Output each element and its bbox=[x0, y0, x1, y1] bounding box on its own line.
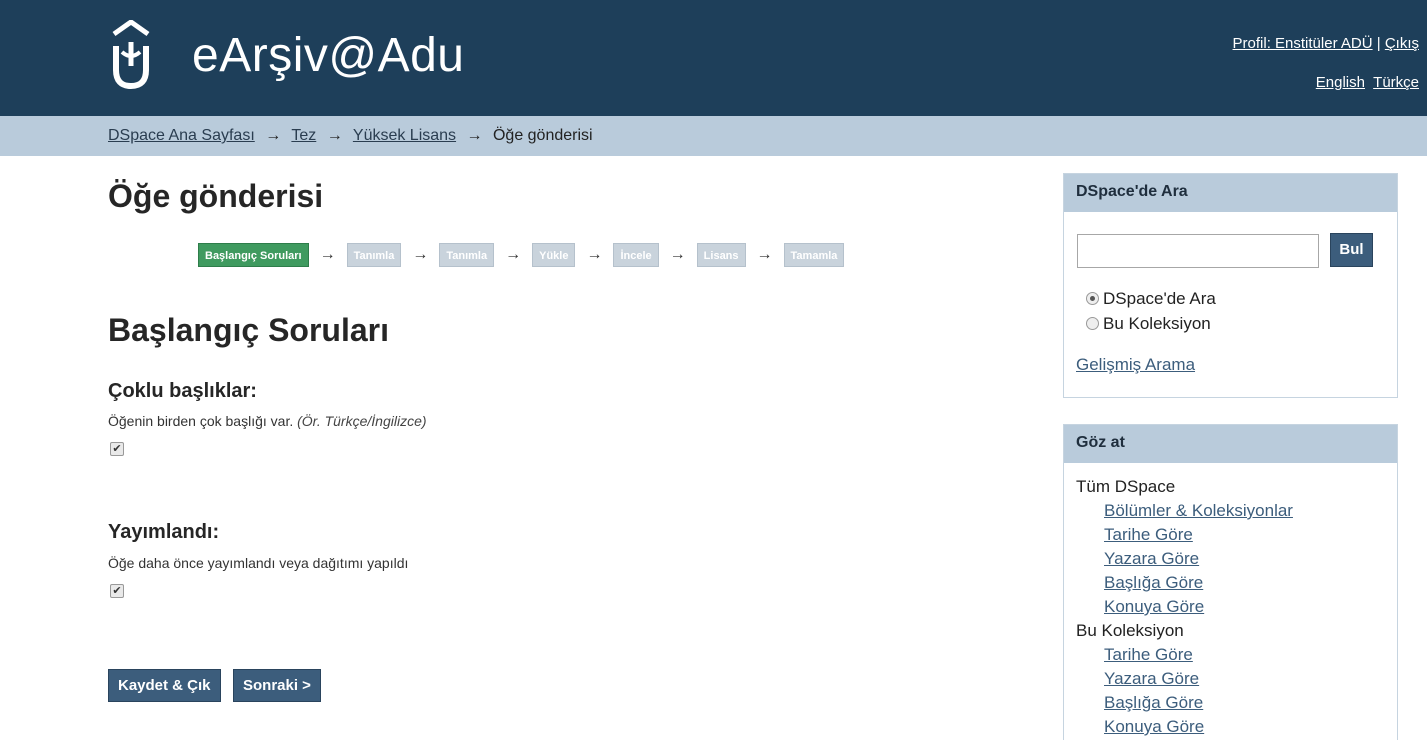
breadcrumb-tez[interactable]: Tez bbox=[291, 127, 316, 144]
profile-link[interactable]: Profil: Enstitüler ADÜ bbox=[1233, 35, 1373, 52]
browse-link-by-title[interactable]: Başlığa Göre bbox=[1076, 571, 1293, 595]
published-checkbox[interactable]: ✔ bbox=[110, 584, 124, 598]
step-describe-2[interactable]: Tanımla bbox=[439, 243, 495, 267]
step-upload[interactable]: Yükle bbox=[532, 243, 576, 267]
link-separator: | bbox=[1376, 35, 1381, 52]
search-button[interactable]: Bul bbox=[1330, 233, 1373, 267]
browse-group-collection: Bu Koleksiyon bbox=[1076, 621, 1184, 640]
step-review[interactable]: İncele bbox=[613, 243, 659, 267]
browse-panel: Göz at Tüm DSpace Bölümler & Koleksiyonl… bbox=[1063, 424, 1398, 740]
browse-link-communities[interactable]: Bölümler & Koleksiyonlar bbox=[1076, 499, 1293, 523]
submission-progress-bar: Başlangıç Soruları → Tanımla → Tanımla →… bbox=[198, 243, 845, 267]
user-links: Profil: Enstitüler ADÜ | Çıkış bbox=[1233, 35, 1419, 52]
collection-link-by-author[interactable]: Yazara Göre bbox=[1076, 667, 1293, 691]
search-input[interactable] bbox=[1077, 234, 1319, 268]
breadcrumb-current: Öğe gönderisi bbox=[492, 127, 593, 144]
language-switcher: English Türkçe bbox=[1312, 74, 1419, 91]
step-describe-1[interactable]: Tanımla bbox=[346, 243, 402, 267]
logout-link[interactable]: Çıkış bbox=[1385, 35, 1419, 52]
advanced-search-link[interactable]: Gelişmiş Arama bbox=[1076, 355, 1195, 375]
browse-list: Tüm DSpace Bölümler & Koleksiyonlar Tari… bbox=[1076, 475, 1293, 739]
question-multiple-titles-help: Öğenin birden çok başlığı var. (Ör. Türk… bbox=[108, 413, 427, 429]
site-header: eArşiv@Adu Profil: Enstitüler ADÜ | Çıkı… bbox=[0, 0, 1427, 116]
radio-unselected-icon[interactable] bbox=[1086, 317, 1099, 330]
browse-link-by-date[interactable]: Tarihe Göre bbox=[1076, 523, 1293, 547]
progress-arrow: → bbox=[505, 246, 522, 263]
browse-link-by-subject[interactable]: Konuya Göre bbox=[1076, 595, 1293, 619]
progress-arrow: → bbox=[319, 246, 336, 263]
search-panel-title: DSpace'de Ara bbox=[1064, 174, 1397, 212]
site-title[interactable]: eArşiv@Adu bbox=[192, 28, 465, 83]
step-complete[interactable]: Tamamla bbox=[783, 243, 845, 267]
university-logo-icon[interactable] bbox=[108, 20, 154, 90]
help-example: (Ör. Türkçe/İngilizce) bbox=[297, 413, 427, 429]
next-button[interactable]: Sonraki > bbox=[233, 669, 321, 702]
page-title: Öğe gönderisi bbox=[108, 178, 324, 214]
radio-selected-icon[interactable] bbox=[1086, 292, 1099, 305]
section-title: Başlangıç Soruları bbox=[108, 312, 389, 348]
breadcrumb-arrow: → bbox=[326, 127, 343, 144]
radio-search-all-label: DSpace'de Ara bbox=[1103, 289, 1216, 308]
step-license[interactable]: Lisans bbox=[696, 243, 746, 267]
breadcrumb: DSpace Ana Sayfası → Tez → Yüksek Lisans… bbox=[0, 116, 1427, 156]
help-text: Öğenin birden çok başlığı var. bbox=[108, 413, 294, 429]
question-multiple-titles-label: Çoklu başlıklar: bbox=[108, 380, 257, 402]
progress-arrow: → bbox=[586, 246, 603, 263]
collection-link-by-title[interactable]: Başlığa Göre bbox=[1076, 691, 1293, 715]
save-exit-button[interactable]: Kaydet & Çık bbox=[108, 669, 221, 702]
breadcrumb-yuksek-lisans[interactable]: Yüksek Lisans bbox=[353, 127, 456, 144]
multiple-titles-checkbox[interactable]: ✔ bbox=[110, 442, 124, 456]
collection-link-by-subject[interactable]: Konuya Göre bbox=[1076, 715, 1293, 739]
breadcrumb-arrow: → bbox=[265, 127, 282, 144]
breadcrumb-home[interactable]: DSpace Ana Sayfası bbox=[108, 127, 255, 144]
question-published-label: Yayımlandı: bbox=[108, 521, 220, 543]
browse-panel-title: Göz at bbox=[1064, 425, 1397, 463]
search-panel: DSpace'de Ara Bul DSpace'de Ara Bu Kolek… bbox=[1063, 173, 1398, 398]
question-published-help: Öğe daha önce yayımlandı veya dağıtımı y… bbox=[108, 555, 409, 571]
step-initial-questions[interactable]: Başlangıç Soruları bbox=[198, 243, 309, 267]
browse-group-all: Tüm DSpace bbox=[1076, 477, 1176, 496]
browse-link-by-author[interactable]: Yazara Göre bbox=[1076, 547, 1293, 571]
progress-arrow: → bbox=[756, 246, 773, 263]
lang-turkish-link[interactable]: Türkçe bbox=[1373, 74, 1419, 91]
radio-search-collection[interactable]: Bu Koleksiyon bbox=[1086, 314, 1211, 334]
radio-search-collection-label: Bu Koleksiyon bbox=[1103, 314, 1211, 333]
progress-arrow: → bbox=[669, 246, 686, 263]
radio-search-all[interactable]: DSpace'de Ara bbox=[1086, 289, 1216, 309]
lang-english-link[interactable]: English bbox=[1316, 74, 1365, 91]
progress-arrow: → bbox=[412, 246, 429, 263]
breadcrumb-arrow: → bbox=[466, 127, 483, 144]
collection-link-by-date[interactable]: Tarihe Göre bbox=[1076, 643, 1293, 667]
